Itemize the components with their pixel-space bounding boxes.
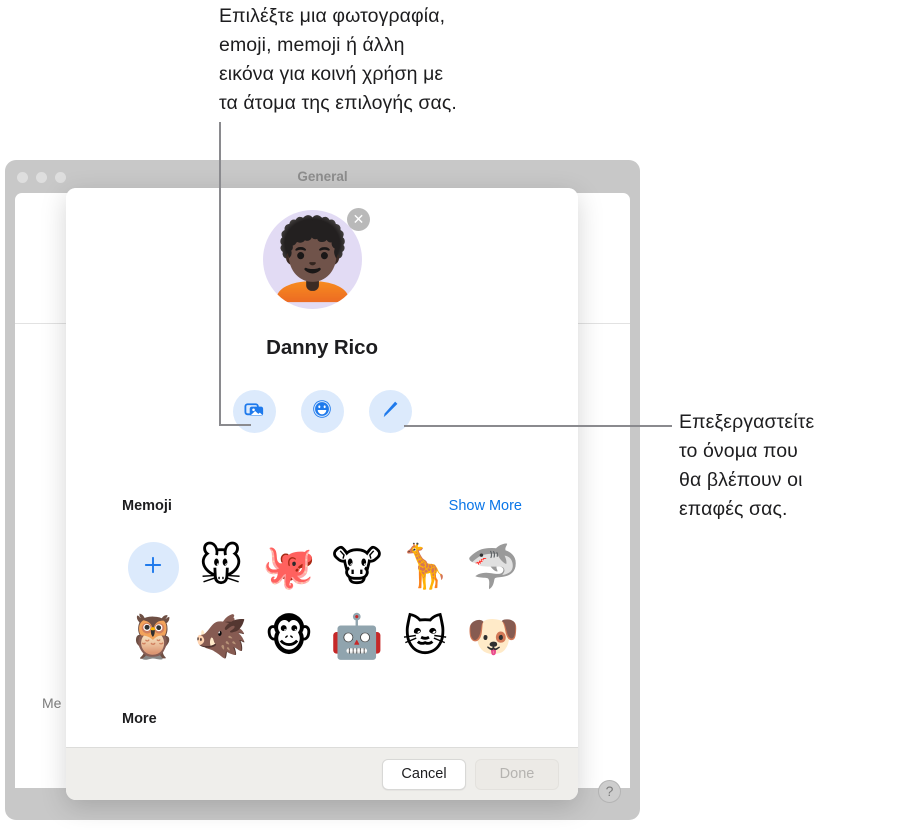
cancel-button[interactable]: Cancel (382, 758, 466, 790)
memoji-robot-glyph: 🤖 (330, 611, 384, 662)
memoji-monkey-glyph: 🐵 (264, 611, 314, 662)
callout-leader-line-right (404, 425, 672, 427)
memoji-grid: 🐭 🐙 🐮 🦒 🦈 🦉 🐗 🐵 🤖 🐱 🐶 (119, 532, 529, 672)
smiley-icon (311, 398, 333, 425)
memoji-octopus[interactable]: 🐙 (255, 532, 323, 602)
memoji-robot[interactable]: 🤖 (323, 602, 391, 672)
callout-leader-line-top-vertical (219, 122, 221, 426)
memoji-monkey[interactable]: 🐵 (255, 602, 323, 672)
memoji-avatar-glyph: 🧑🏿‍🦱 (263, 215, 362, 306)
memoji-mouse-glyph: 🐭 (198, 541, 244, 592)
memoji-dog[interactable]: 🐶 (459, 602, 527, 672)
done-button: Done (475, 758, 559, 790)
page-title: Danny Rico (266, 336, 378, 359)
help-button[interactable]: ? (598, 780, 621, 803)
close-icon[interactable]: ✕ (347, 208, 370, 231)
add-memoji-button[interactable] (127, 541, 179, 593)
memoji-boar-glyph: 🐗 (194, 611, 248, 662)
memoji-cow-glyph: 🐮 (331, 541, 383, 592)
avatar-picker-dialog: 🧑🏿‍🦱 ✕ Danny Rico (66, 188, 578, 800)
plus-icon (142, 554, 164, 581)
me-label: Me (42, 695, 62, 711)
photos-button[interactable] (232, 390, 276, 433)
callout-photo-chooser: Επιλέξτε μια φωτογραφία, emoji, memoji ή… (219, 5, 457, 114)
pencil-icon (379, 398, 401, 425)
avatar-image[interactable]: 🧑🏿‍🦱 (263, 210, 362, 309)
memoji-mouse[interactable]: 🐭 (187, 532, 255, 602)
callout-leader-line-top-horizontal (219, 424, 251, 426)
add-memoji-cell[interactable] (119, 532, 187, 602)
window-title: General (297, 169, 348, 184)
memoji-boar[interactable]: 🐗 (187, 602, 255, 672)
memoji-cat-glyph: 🐱 (402, 611, 448, 662)
avatar[interactable]: 🧑🏿‍🦱 ✕ (255, 205, 370, 320)
memoji-cat[interactable]: 🐱 (391, 602, 459, 672)
memoji-cow[interactable]: 🐮 (323, 532, 391, 602)
dialog-footer: Cancel Done (66, 747, 578, 800)
memoji-octopus-glyph: 🐙 (262, 541, 316, 592)
memoji-owl[interactable]: 🦉 (119, 602, 187, 672)
memoji-shark-glyph: 🦈 (466, 541, 520, 592)
callout-edit-name: Επεξεργαστείτε το όνομα που θα βλέπουν ο… (679, 411, 815, 520)
memoji-shark[interactable]: 🦈 (459, 532, 527, 602)
memoji-section-title: Memoji (122, 498, 172, 514)
photos-icon (243, 398, 266, 426)
show-more-link[interactable]: Show More (449, 498, 522, 514)
more-section-header: More (122, 711, 522, 727)
memoji-section-header: Memoji Show More (122, 498, 522, 514)
emoji-button[interactable] (300, 390, 344, 433)
memoji-owl-glyph: 🦉 (126, 611, 180, 662)
more-section-title: More (122, 711, 157, 727)
memoji-dog-glyph: 🐶 (466, 611, 520, 662)
dialog-body: 🧑🏿‍🦱 ✕ Danny Rico (66, 188, 578, 747)
memoji-giraffe-glyph: 🦒 (398, 541, 452, 592)
memoji-giraffe[interactable]: 🦒 (391, 532, 459, 602)
